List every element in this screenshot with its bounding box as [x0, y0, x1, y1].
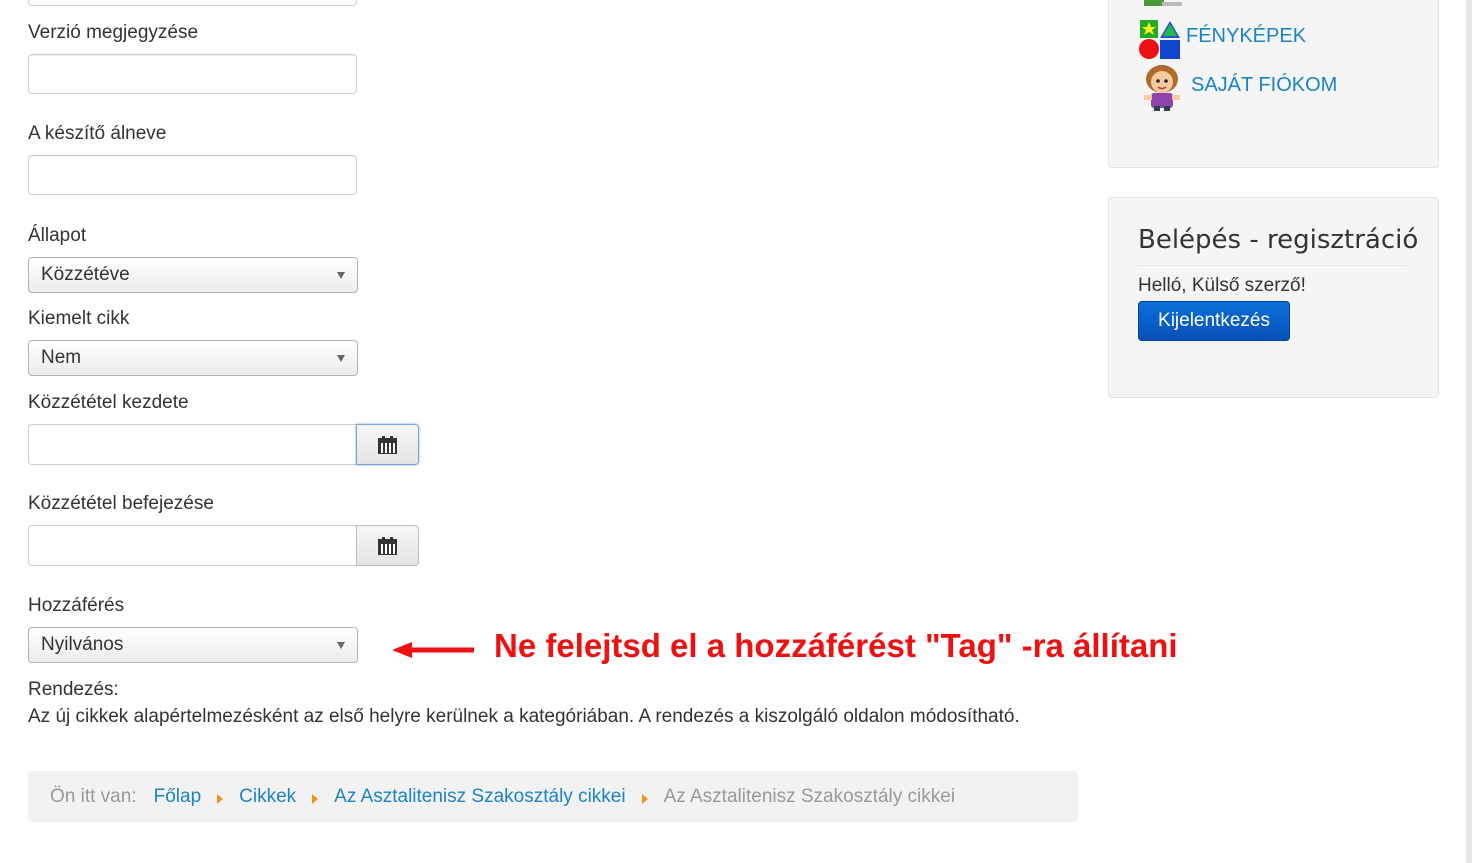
featured-select-value: Nem: [41, 347, 82, 368]
chevron-down-icon: [337, 642, 345, 649]
calendar-icon: [378, 536, 397, 555]
publish-down-label: Közzététel befejezése: [28, 493, 214, 514]
user-avatar-icon: [1144, 65, 1180, 111]
state-select[interactable]: Közzétéve: [28, 257, 358, 293]
previous-field-input[interactable]: [28, 0, 357, 6]
publish-up-calendar-button[interactable]: [356, 424, 419, 465]
publish-down-calendar-button[interactable]: [356, 525, 419, 566]
access-select-value: Nyilvános: [41, 634, 124, 655]
publish-down-input[interactable]: [28, 525, 357, 566]
access-select[interactable]: Nyilvános: [28, 627, 358, 663]
breadcrumb-separator-icon: [641, 793, 648, 804]
menu-item-icon: [1140, 0, 1184, 8]
annotation-arrow-icon: [392, 642, 474, 658]
version-note-label: Verzió megjegyzése: [28, 22, 199, 43]
ordering-help-text: Az új cikkek alapértelmezésként az első …: [28, 706, 1020, 727]
sidebar-item-photos[interactable]: FÉNYKÉPEK: [1138, 16, 1338, 60]
version-note-input[interactable]: [28, 54, 357, 94]
state-label: Állapot: [28, 225, 87, 246]
featured-label: Kiemelt cikk: [28, 308, 130, 329]
featured-select[interactable]: Nem: [28, 340, 358, 376]
breadcrumb: Ön itt van: Főlap Cikkek Az Asztalitenis…: [28, 771, 1078, 822]
chevron-down-icon: [337, 355, 345, 362]
breadcrumb-current: Az Asztalitenisz Szakosztály cikkei: [663, 785, 956, 807]
author-alias-input[interactable]: [28, 155, 357, 195]
login-panel-title: Belépés - regisztráció: [1138, 225, 1419, 255]
annotation-text: Ne felejtsd el a hozzáférést "Tag" -ra á…: [494, 627, 1178, 664]
login-greeting: Helló, Külső szerző!: [1138, 275, 1306, 296]
access-label: Hozzáférés: [28, 595, 125, 616]
login-panel-divider: [1138, 265, 1407, 266]
breadcrumb-prefix: Ön itt van:: [50, 785, 137, 807]
breadcrumb-link-articles[interactable]: Cikkek: [239, 786, 296, 808]
shapes-icon: [1139, 20, 1180, 59]
calendar-icon: [378, 435, 397, 454]
sidebar-item-photos-label[interactable]: FÉNYKÉPEK: [1186, 25, 1306, 48]
chevron-down-icon: [337, 272, 345, 279]
publish-up-input[interactable]: [28, 424, 357, 465]
breadcrumb-link-category[interactable]: Az Asztalitenisz Szakosztály cikkei: [334, 786, 625, 808]
logout-button[interactable]: Kijelentkezés: [1138, 301, 1290, 341]
ordering-label: Rendezés:: [28, 679, 119, 700]
state-select-value: Közzétéve: [41, 264, 130, 285]
breadcrumb-link-home[interactable]: Főlap: [154, 786, 202, 808]
author-alias-label: A készítő álneve: [28, 123, 167, 144]
sidebar-item-my-account[interactable]: SAJÁT FIÓKOM: [1138, 62, 1348, 112]
page-scrollbar[interactable]: [1466, 0, 1472, 863]
publish-up-label: Közzététel kezdete: [28, 392, 189, 413]
breadcrumb-separator-icon: [217, 793, 224, 804]
breadcrumb-separator-icon: [312, 793, 319, 804]
sidebar-item-my-account-label[interactable]: SAJÁT FIÓKOM: [1191, 74, 1337, 97]
